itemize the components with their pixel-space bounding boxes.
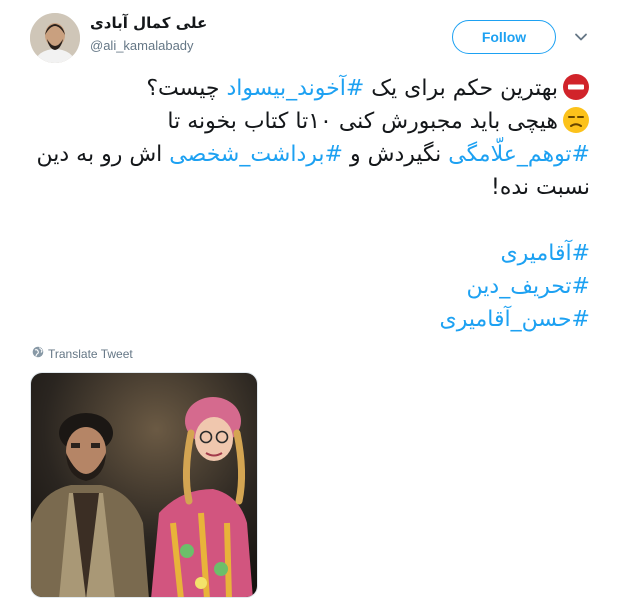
tweet-line-1: بهترین حکم برای یک #آخوند_بیسواد چیست؟ [30,72,590,105]
tweet-line-4: نسبت نده! [30,171,590,204]
tweet-text: بهترین حکم برای یک #آخوند_بیسواد چیست؟ ه… [30,72,590,336]
user-handle[interactable]: @ali_kamalabady [90,38,194,53]
translate-tweet-link[interactable]: Translate Tweet [32,346,133,361]
hashtag-link[interactable]: #برداشت_شخصی [169,142,343,167]
translate-tweet-label: Translate Tweet [48,346,133,361]
no-entry-emoji [562,73,590,101]
chevron-down-icon[interactable] [574,29,588,43]
tweet-text-segment: هیچی باید مجبورش کنی ۱۰تا کتاب بخونه تا [167,109,558,134]
hashtag-link[interactable]: #توهم_علّامگی [448,142,590,167]
hashtag-link[interactable]: #حسن_آقامیری [30,303,590,336]
tweet-line-3: #توهم_علّامگی نگیردش و #برداشت_شخصی اش ر… [30,138,591,171]
hashtag-link[interactable]: #آخوند_بیسواد [226,76,364,101]
hashtag-link[interactable]: #تحریف_دین [30,270,590,303]
avatar[interactable] [30,13,80,63]
tweet-line-2: هیچی باید مجبورش کنی ۱۰تا کتاب بخونه تا [30,105,590,138]
tweet-text-segment: نسبت نده! [491,175,590,200]
globe-icon [32,346,44,361]
display-name[interactable]: علی کمال آبادی [90,14,207,32]
tweet-text-segment: چیست؟ [146,76,227,101]
hashtag-link[interactable]: #آقامیری [30,237,590,270]
tweet-text-segment: بهترین حکم برای یک [364,76,558,101]
tweet-text-segment: اش رو به دین [36,142,170,167]
follow-button[interactable]: Follow [452,20,556,54]
unamused-face-emoji [562,106,590,134]
tweet-text-segment: نگیردش و [342,142,449,167]
tweet-media-photo[interactable] [30,372,258,598]
